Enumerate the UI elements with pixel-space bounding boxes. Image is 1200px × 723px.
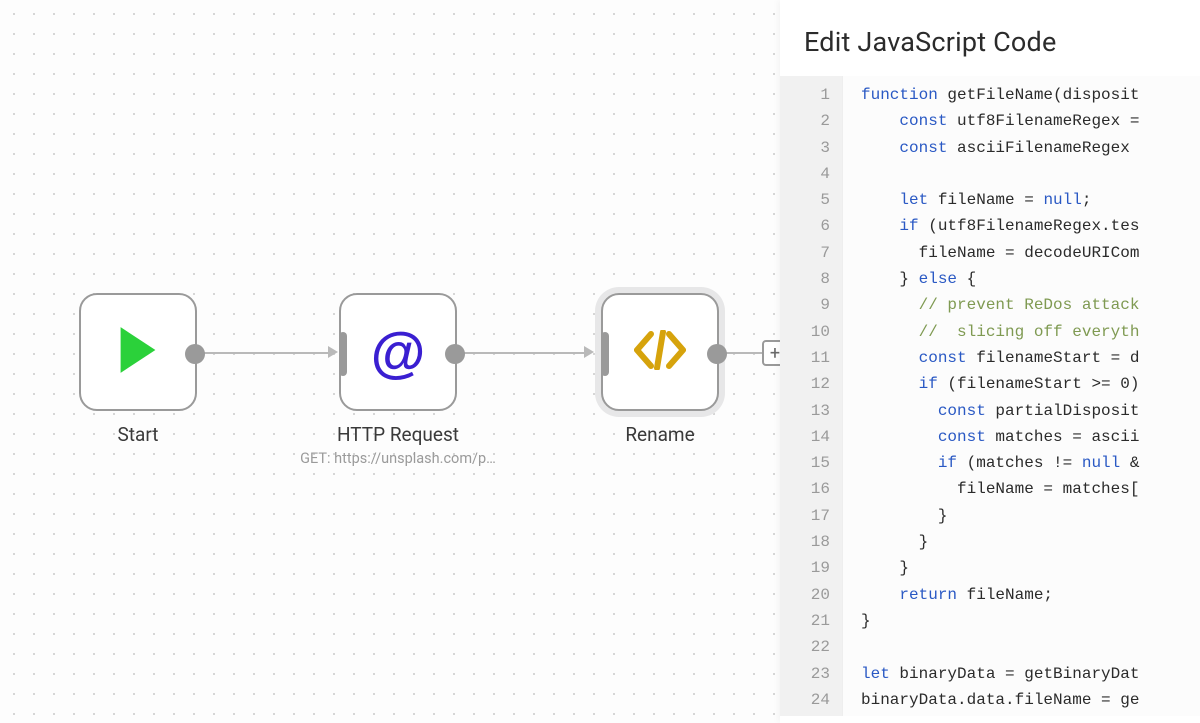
node-subtitle: GET: https://unsplash.com/p… <box>298 450 498 467</box>
node-http-request[interactable]: @ HTTP Request GET: https://unsplash.com… <box>298 293 498 467</box>
port-out[interactable] <box>445 344 465 364</box>
node-label: HTTP Request <box>298 423 498 446</box>
code-icon <box>634 330 686 374</box>
port-out[interactable] <box>707 344 727 364</box>
code-editor[interactable]: 123456789101112131415161718192021222324 … <box>780 76 1200 716</box>
line-gutter: 123456789101112131415161718192021222324 <box>780 76 842 716</box>
port-out[interactable] <box>185 344 205 364</box>
edit-code-panel: Edit JavaScript Code 1234567891011121314… <box>780 0 1200 723</box>
node-label: Start <box>38 423 238 446</box>
port-in[interactable] <box>601 332 609 376</box>
play-icon <box>116 325 160 379</box>
node-label: Rename <box>560 423 760 446</box>
code-area[interactable]: function getFileName(disposit const utf8… <box>842 76 1200 716</box>
port-in[interactable] <box>339 332 347 376</box>
workflow-canvas[interactable]: Start @ HTTP Request GET: https://unspla… <box>0 0 780 723</box>
node-start[interactable]: Start <box>38 293 238 446</box>
at-icon: @ <box>371 324 426 380</box>
node-rename[interactable]: Rename <box>560 293 760 446</box>
panel-title: Edit JavaScript Code <box>780 0 1200 76</box>
